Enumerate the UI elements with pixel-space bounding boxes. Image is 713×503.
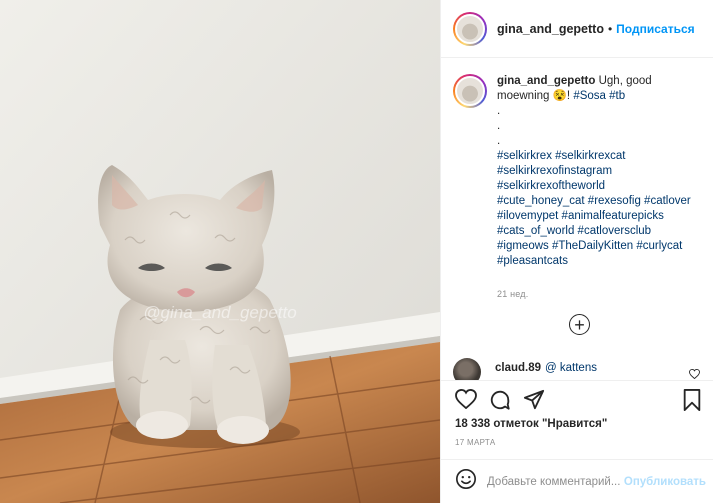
post-header: gina_and_gepetto • Подписаться [441,0,713,58]
hashtag-line[interactable]: #ilovemypet #animalfeaturepicks [497,209,707,224]
comment-row: claud.89 @ kattens [453,358,708,380]
publish-button[interactable]: Опубликовать [624,476,706,488]
hashtag-line[interactable]: #igmeows #TheDailyKitten #curlycat [497,239,707,254]
author-avatar[interactable] [453,11,487,46]
follow-button[interactable]: Подписаться [616,22,694,36]
caption-dot: . [497,135,501,147]
hashtag-line[interactable]: #selkirkrex #selkirkrexcat [497,149,707,164]
hashtag-line[interactable]: #cute_honey_cat #rexesofig #catlover [497,194,707,209]
caption-text: gina_and_gepetto Ugh, good moewning 😵! #… [497,74,707,302]
hashtag-link[interactable]: #tb [609,90,625,102]
caption-timestamp[interactable]: 21 нед. [497,287,707,302]
header-separator: • [607,21,613,36]
author-username[interactable]: gina_and_gepetto [497,22,604,36]
likes-count[interactable]: 18 338 отметок "Нравится" [455,418,607,430]
commenter-avatar[interactable] [453,358,481,380]
comment-input[interactable] [487,475,637,488]
load-more-comments-button[interactable]: + [569,314,590,335]
post-photo[interactable]: @gina_and_gepetto [0,0,440,503]
comment-text: claud.89 @ kattens [495,362,597,374]
hashtag-line[interactable]: #cats_of_world #catloversclub [497,224,707,239]
hashtag-link[interactable]: #Sosa [573,90,606,102]
comment-like-icon[interactable] [689,366,700,380]
post-date[interactable]: 17 МАРТА [455,438,495,447]
comment-icon[interactable] [489,389,511,416]
caption-username[interactable]: gina_and_gepetto [497,75,595,87]
heart-icon[interactable] [455,388,477,416]
comment-mention[interactable]: @ kattens [545,362,597,374]
caption-dot: . [497,120,501,132]
share-icon[interactable] [523,389,545,416]
emoji-icon[interactable] [455,468,477,495]
commenter-username[interactable]: claud.89 [495,362,541,374]
post-side-panel: gina_and_gepetto • Подписаться gina_and_… [440,0,713,503]
hashtag-line[interactable]: #pleasantcats [497,254,707,269]
add-comment-bar: Опубликовать [441,459,713,503]
hashtag-line[interactable]: #selkirkrexofinstagram [497,164,707,179]
caption: gina_and_gepetto Ugh, good moewning 😵! #… [453,74,708,302]
bookmark-icon[interactable] [682,389,702,416]
photo-watermark: @gina_and_gepetto [143,303,296,322]
hashtag-line[interactable]: #selkirkrexoftheworld [497,179,707,194]
caption-avatar[interactable] [453,74,487,108]
caption-dot: . [497,105,501,117]
